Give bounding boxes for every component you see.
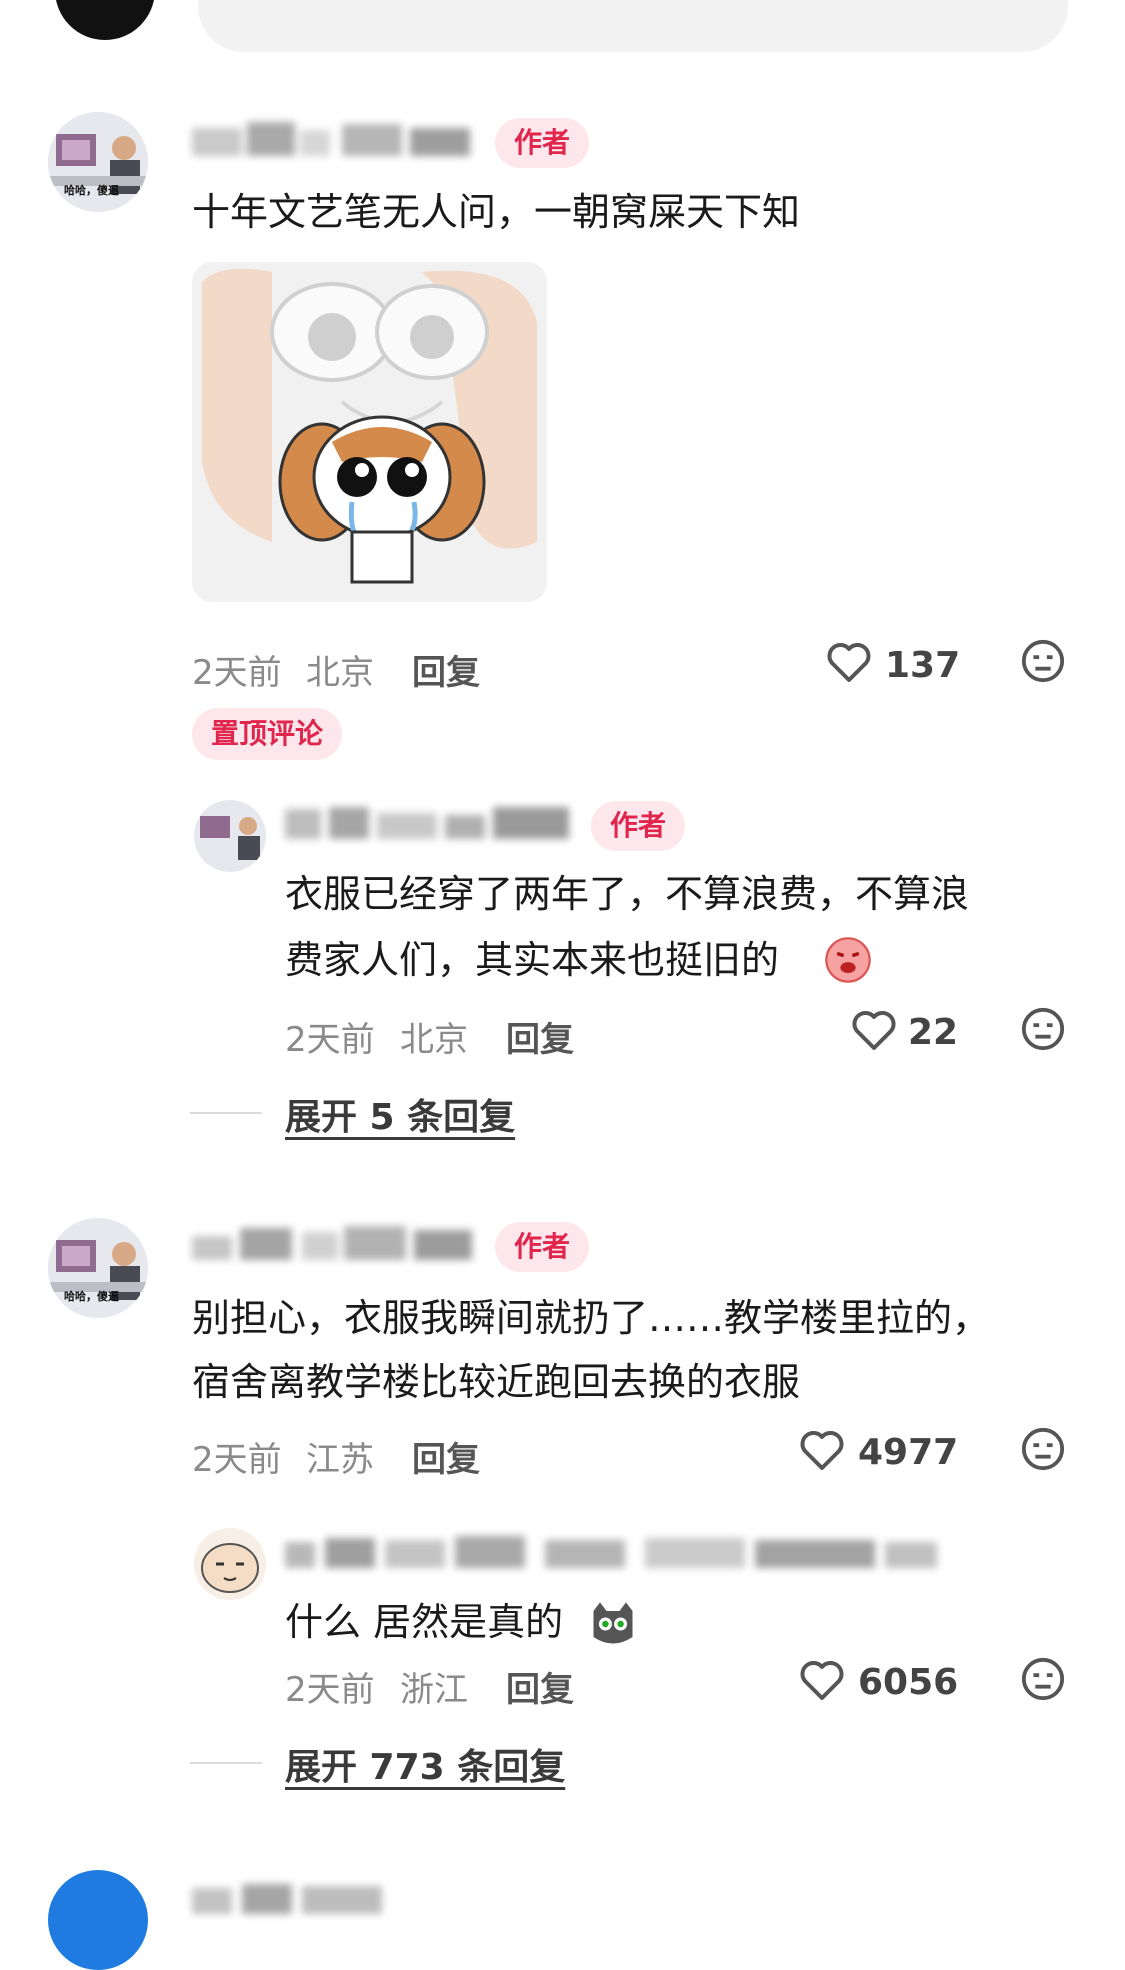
comment-time: 2天前 <box>192 1440 282 1480</box>
heart-outline-icon[interactable] <box>798 1428 846 1476</box>
comment-text-line2: 宿舍离教学楼比较近跑回去换的衣服 <box>192 1360 801 1404</box>
author-badge: 作者 <box>591 801 685 851</box>
neutral-face-icon[interactable] <box>1020 1426 1066 1476</box>
username-redacted[interactable] <box>192 1226 477 1266</box>
commenter-avatar[interactable] <box>48 1870 148 1970</box>
divider <box>190 1762 262 1764</box>
username-redacted[interactable] <box>192 1880 392 1920</box>
comment-text-line1: 别担心，衣服我瞬间就扔了……教学楼里拉的， <box>192 1296 991 1340</box>
commenter-avatar[interactable]: 哈哈，傻逼 <box>48 112 148 212</box>
reply-text: 什么 居然是真的 <box>285 1600 564 1644</box>
author-badge: 作者 <box>495 118 589 168</box>
neutral-face-icon[interactable] <box>1020 1656 1066 1706</box>
neutral-face-icon[interactable] <box>1020 638 1066 688</box>
reply-button[interactable]: 回复 <box>412 1432 480 1481</box>
reply-location: 北京 <box>400 1020 468 1060</box>
comment-time: 2天前 <box>192 653 282 693</box>
avatar-caption: 哈哈，傻逼 <box>64 1290 119 1303</box>
divider <box>190 1112 262 1114</box>
reply-button[interactable]: 回复 <box>506 1012 574 1061</box>
sticker-image[interactable] <box>192 262 547 602</box>
heart-outline-icon[interactable] <box>850 1008 898 1056</box>
comment-location: 北京 <box>306 653 374 693</box>
username-redacted[interactable] <box>285 1534 945 1574</box>
reply-button[interactable]: 回复 <box>412 645 480 694</box>
reply-location: 浙江 <box>400 1670 468 1710</box>
neutral-face-icon[interactable] <box>1020 1006 1066 1056</box>
reply-avatar[interactable] <box>194 800 266 872</box>
reply-avatar[interactable] <box>194 1528 266 1600</box>
avatar-caption: 哈哈，傻逼 <box>64 184 119 197</box>
like-count: 22 <box>908 1012 959 1053</box>
reply-button[interactable]: 回复 <box>506 1662 574 1711</box>
comment-location: 江苏 <box>306 1440 374 1480</box>
comment-input-box[interactable] <box>198 0 1068 52</box>
username-redacted[interactable] <box>285 805 575 845</box>
user-avatar[interactable] <box>55 0 155 40</box>
like-count: 137 <box>885 645 961 686</box>
expand-replies-link[interactable]: 展开 5 条回复 <box>285 1088 515 1140</box>
heart-outline-icon[interactable] <box>798 1658 846 1706</box>
reply-time: 2天前 <box>285 1020 375 1060</box>
like-count: 6056 <box>858 1662 959 1703</box>
like-count: 4977 <box>858 1432 959 1473</box>
reply-time: 2天前 <box>285 1670 375 1710</box>
author-badge: 作者 <box>495 1222 589 1272</box>
pinned-badge: 置顶评论 <box>192 708 342 760</box>
heart-outline-icon[interactable] <box>825 640 873 688</box>
angry-emoji-icon <box>822 934 874 990</box>
expand-replies-link[interactable]: 展开 773 条回复 <box>285 1738 565 1790</box>
cat-emoji-icon <box>587 1598 639 1654</box>
reply-text-line2: 费家人们，其实本来也挺旧的 <box>285 938 780 982</box>
username-redacted[interactable] <box>192 122 477 162</box>
commenter-avatar[interactable]: 哈哈，傻逼 <box>48 1218 148 1318</box>
reply-text-line1: 衣服已经穿了两年了，不算浪费，不算浪 <box>285 872 970 916</box>
comment-text: 十年文艺笔无人问，一朝窝屎天下知 <box>192 190 801 234</box>
